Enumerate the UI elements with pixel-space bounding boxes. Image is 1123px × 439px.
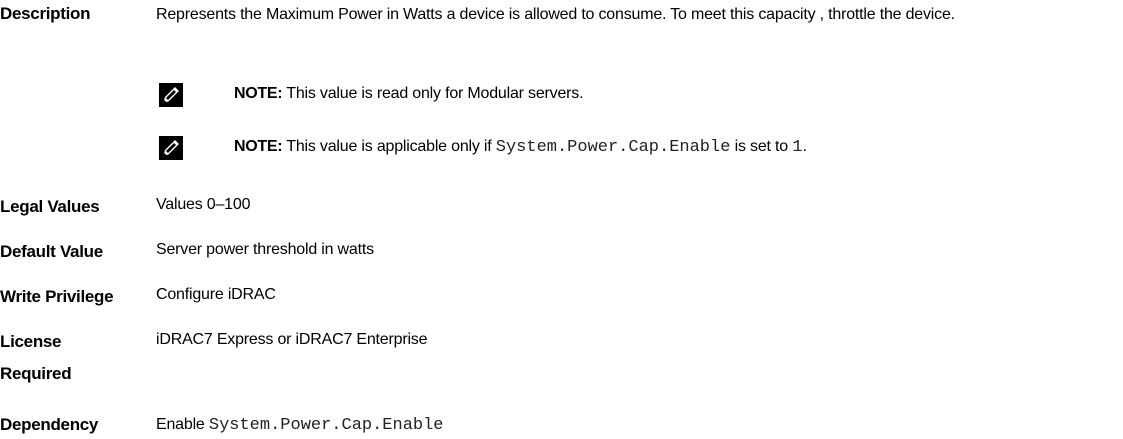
note-code: System.Power.Cap.Enable	[495, 138, 731, 157]
dependency-value: Enable System.Power.Cap.Enable	[156, 413, 1117, 437]
note-body-middle: is set to	[734, 138, 789, 155]
note-label: NOTE:	[234, 85, 283, 102]
note-label: NOTE:	[234, 138, 283, 155]
note-text: NOTE: This value is read only for Modula…	[234, 82, 584, 106]
note-code-value: 1	[792, 138, 803, 157]
note-body-before: This value is applicable only if	[286, 138, 492, 155]
description-text: Represents the Maximum Power in Watts a …	[156, 6, 955, 23]
dependency-code: System.Power.Cap.Enable	[208, 416, 444, 435]
legal-values-label: Legal Values	[0, 197, 100, 216]
license-required-label-line2: Required	[0, 364, 72, 383]
note-pencil-icon	[159, 136, 183, 160]
dependency-prefix: Enable	[156, 416, 205, 433]
attribute-details: Description Represents the Maximum Power…	[0, 0, 1123, 439]
default-value-label: Default Value	[0, 242, 103, 261]
note-applicable: NOTE: This value is applicable only if S…	[156, 135, 1116, 165]
write-privilege-value: Configure iDRAC	[156, 286, 276, 303]
license-required-label-line1: License	[0, 332, 62, 351]
write-privilege-label: Write Privilege	[0, 287, 114, 306]
default-value-value: Server power threshold in watts	[156, 241, 374, 258]
note-text: NOTE: This value is applicable only if S…	[234, 135, 807, 160]
note-body-after: .	[802, 138, 807, 155]
note-body: This value is read only for Modular serv…	[286, 85, 584, 102]
note-read-only: NOTE: This value is read only for Modula…	[156, 82, 1116, 112]
dependency-label: Dependency	[0, 415, 99, 434]
description-label: Description	[0, 4, 91, 23]
note-pencil-icon	[159, 83, 183, 107]
license-required-value: iDRAC7 Express or iDRAC7 Enterprise	[156, 331, 428, 348]
legal-values-value: Values 0–100	[156, 196, 251, 213]
